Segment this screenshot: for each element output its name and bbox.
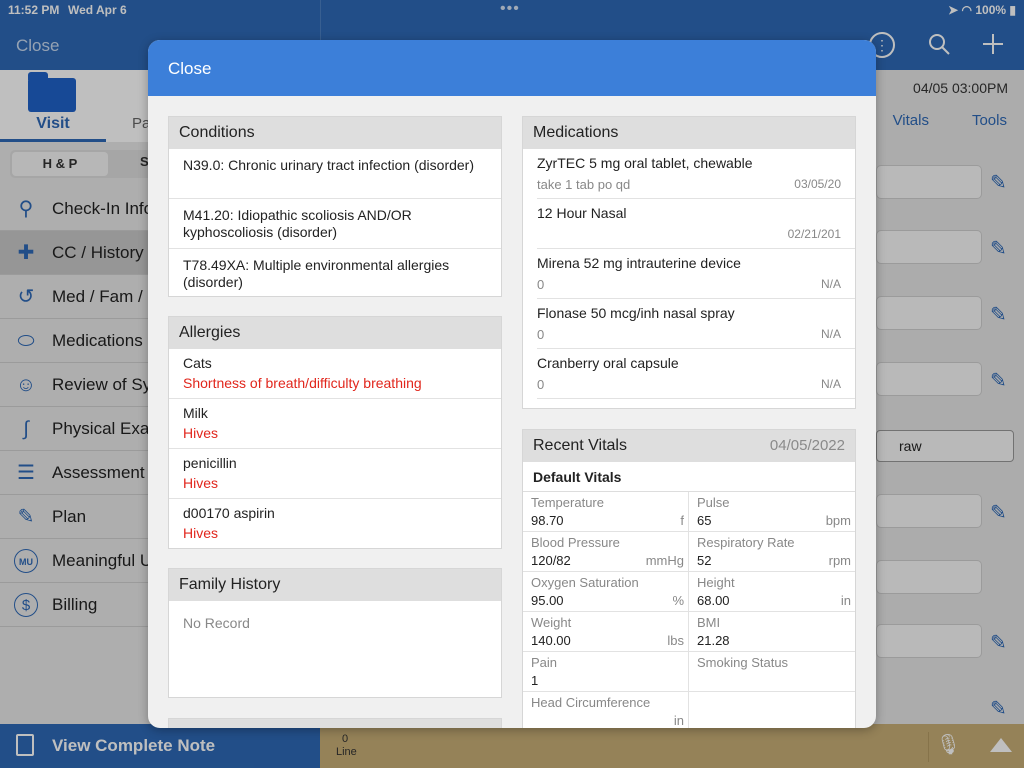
modal-close-button[interactable]: Close bbox=[168, 59, 211, 79]
vital-label: Blood Pressure bbox=[531, 535, 620, 550]
medication-name: 12 Hour Nasal bbox=[537, 205, 627, 221]
medication-name: Flonase 50 mcg/inh nasal spray bbox=[537, 305, 735, 321]
allergies-card: Allergies Cats Shortness of breath/diffi… bbox=[168, 316, 502, 549]
vital-unit: lbs bbox=[667, 633, 684, 648]
next-card-header bbox=[169, 719, 501, 728]
medications-card: Medications ZyrTEC 5 mg oral tablet, che… bbox=[522, 116, 856, 409]
vital-value: 52 bbox=[697, 553, 712, 568]
vital-unit: f bbox=[680, 513, 684, 528]
family-history-card: Family History No Record bbox=[168, 568, 502, 698]
medication-item[interactable]: ZyrTEC 5 mg oral tablet, chewable take 1… bbox=[537, 149, 855, 199]
vital-cell[interactable]: Temperature 98.70 f bbox=[523, 492, 689, 532]
vital-unit: bpm bbox=[825, 513, 851, 528]
recent-vitals-date: 04/05/2022 bbox=[769, 437, 845, 454]
next-card bbox=[168, 718, 502, 728]
medication-sig: 0 bbox=[537, 277, 545, 292]
medication-date: N/A bbox=[820, 377, 841, 391]
patient-summary-modal: Close Conditions N39.0: Chronic urinary … bbox=[148, 40, 876, 728]
allergy-reaction: Hives bbox=[183, 425, 219, 441]
vital-cell[interactable] bbox=[689, 692, 855, 728]
medications-title: Medications bbox=[523, 117, 855, 149]
allergy-item[interactable]: Milk Hives bbox=[169, 399, 501, 449]
condition-item[interactable]: N39.0: Chronic urinary tract infection (… bbox=[169, 149, 501, 199]
vital-label: Pulse bbox=[697, 495, 730, 510]
vital-label: Oxygen Saturation bbox=[531, 575, 639, 590]
vital-cell[interactable]: BMI 21.28 bbox=[689, 612, 855, 652]
vital-cell[interactable]: Head Circumference in bbox=[523, 692, 689, 728]
vital-value: 68.00 bbox=[697, 593, 730, 608]
family-history-empty: No Record bbox=[183, 615, 250, 631]
vital-value: 140.00 bbox=[531, 633, 571, 648]
medication-sig: 0 bbox=[537, 377, 545, 392]
vital-unit: mmHg bbox=[645, 553, 684, 568]
vital-cell[interactable]: Height 68.00 in bbox=[689, 572, 855, 612]
vital-value: 65 bbox=[697, 513, 712, 528]
vital-label: Head Circumference bbox=[531, 695, 651, 710]
medication-item[interactable]: Flonase 50 mcg/inh nasal spray 0 N/A bbox=[537, 299, 855, 349]
vital-cell[interactable]: Pulse 65 bpm bbox=[689, 492, 855, 532]
medication-item[interactable]: 12 Hour Nasal 02/21/201 bbox=[537, 199, 855, 249]
vital-cell[interactable]: Smoking Status bbox=[689, 652, 855, 692]
allergies-title: Allergies bbox=[169, 317, 501, 349]
allergy-reaction: Hives bbox=[183, 525, 219, 541]
allergy-name: penicillin bbox=[183, 455, 237, 471]
vital-unit: in bbox=[840, 593, 851, 608]
vital-value: 120/82 bbox=[531, 553, 571, 568]
allergy-reaction: Shortness of breath/difficulty breathing bbox=[183, 375, 422, 391]
medication-sig: 0 bbox=[537, 327, 545, 342]
allergy-item[interactable]: d00170 aspirin Hives bbox=[169, 499, 501, 549]
vitals-group-title: Default Vitals bbox=[523, 462, 855, 492]
vital-label: BMI bbox=[697, 615, 721, 630]
vital-cell[interactable]: Pain 1 bbox=[523, 652, 689, 692]
vital-label: Smoking Status bbox=[697, 655, 789, 670]
medication-sig: take 1 tab po qd bbox=[537, 177, 631, 192]
vital-unit: in bbox=[673, 713, 684, 728]
allergy-name: Cats bbox=[183, 355, 212, 371]
medication-item[interactable]: Cranberry oral capsule 0 N/A bbox=[537, 349, 855, 399]
modal-header: Close bbox=[148, 40, 876, 96]
vital-label: Pain bbox=[531, 655, 558, 670]
medication-name: Mirena 52 mg intrauterine device bbox=[537, 255, 741, 271]
family-history-title: Family History bbox=[169, 569, 501, 601]
vital-value: 21.28 bbox=[697, 633, 730, 648]
vital-label: Respiratory Rate bbox=[697, 535, 795, 550]
vital-label: Height bbox=[697, 575, 735, 590]
recent-vitals-title: Recent Vitals bbox=[533, 437, 627, 454]
vital-label: Weight bbox=[531, 615, 572, 630]
vital-value: 98.70 bbox=[531, 513, 564, 528]
medication-name: ZyrTEC 5 mg oral tablet, chewable bbox=[537, 155, 753, 171]
vital-value: 95.00 bbox=[531, 593, 564, 608]
allergy-item[interactable]: Cats Shortness of breath/difficulty brea… bbox=[169, 349, 501, 399]
recent-vitals-card: Recent Vitals 04/05/2022 Default Vitals … bbox=[522, 429, 856, 728]
medication-date: N/A bbox=[820, 277, 841, 291]
vital-cell[interactable]: Oxygen Saturation 95.00% bbox=[523, 572, 689, 612]
conditions-title: Conditions bbox=[169, 117, 501, 149]
medication-item[interactable]: Mirena 52 mg intrauterine device 0 N/A bbox=[537, 249, 855, 299]
condition-item[interactable]: T78.49XA: Multiple environmental allergi… bbox=[169, 249, 501, 299]
medication-date: 02/21/201 bbox=[787, 227, 841, 241]
vital-unit: % bbox=[672, 593, 684, 608]
vital-value: 1 bbox=[531, 673, 539, 688]
allergy-reaction: Hives bbox=[183, 475, 219, 491]
allergy-name: Milk bbox=[183, 405, 208, 421]
medication-date: 03/05/20 bbox=[794, 177, 841, 191]
medication-name: Cranberry oral capsule bbox=[537, 355, 679, 371]
vital-unit: rpm bbox=[828, 553, 851, 568]
vital-cell[interactable]: Blood Pressure 120/82 mmHg bbox=[523, 532, 689, 572]
allergy-item[interactable]: penicillin Hives bbox=[169, 449, 501, 499]
vital-cell[interactable]: Respiratory Rate 52 rpm bbox=[689, 532, 855, 572]
recent-vitals-header: Recent Vitals 04/05/2022 bbox=[523, 430, 855, 462]
allergy-name: d00170 aspirin bbox=[183, 505, 275, 521]
vital-cell[interactable]: Weight 140.00 lbs bbox=[523, 612, 689, 652]
conditions-card: Conditions N39.0: Chronic urinary tract … bbox=[168, 116, 502, 297]
medication-date: N/A bbox=[820, 327, 841, 341]
condition-item[interactable]: M41.20: Idiopathic scoliosis AND/OR kyph… bbox=[169, 199, 501, 249]
vital-label: Temperature bbox=[531, 495, 604, 510]
